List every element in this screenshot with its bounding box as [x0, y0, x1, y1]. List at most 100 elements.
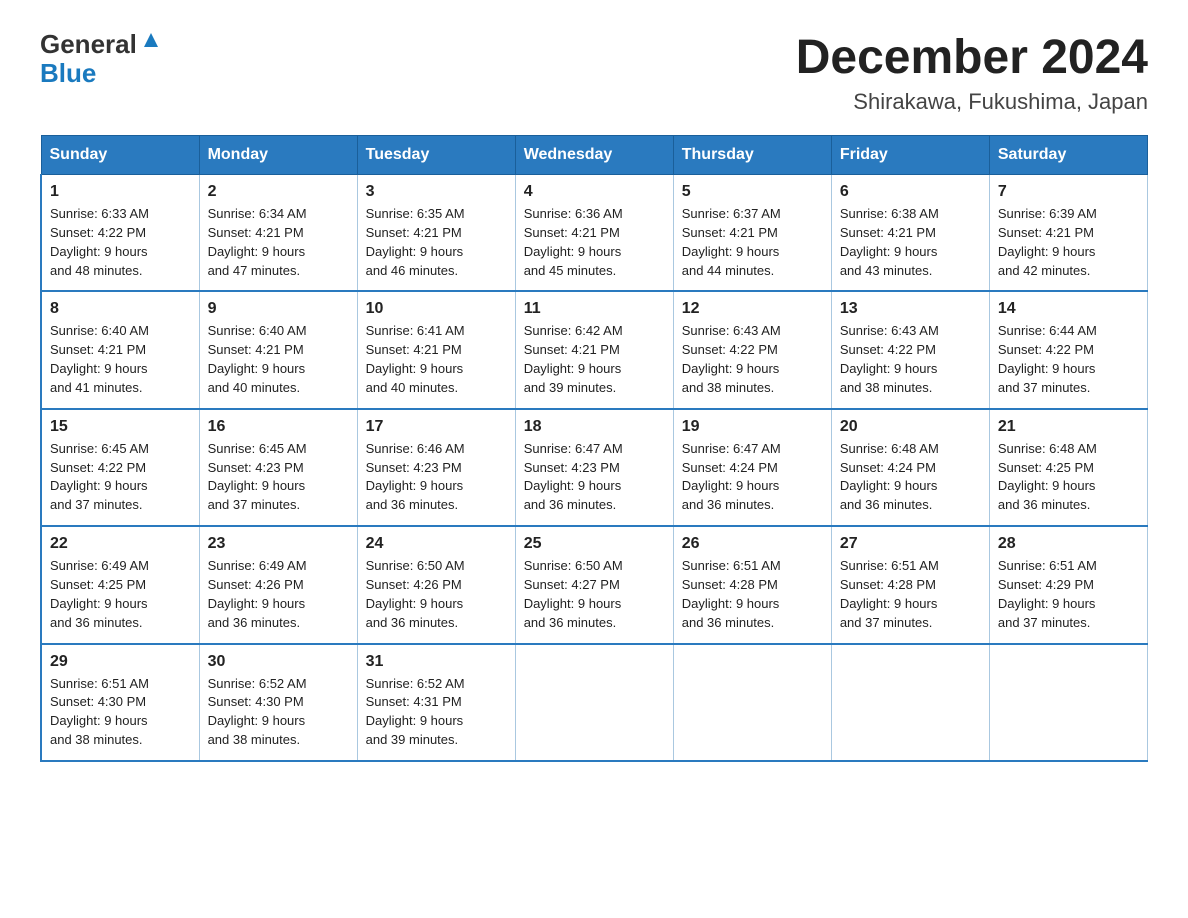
calendar-cell: 9 Sunrise: 6:40 AMSunset: 4:21 PMDaylight…: [199, 291, 357, 408]
day-number: 3: [366, 183, 507, 201]
calendar-cell: 3Sunrise: 6:35 AMSunset: 4:21 PMDaylight…: [357, 175, 515, 292]
location-subtitle: Shirakawa, Fukushima, Japan: [796, 89, 1148, 115]
calendar-cell: 25Sunrise: 6:50 AMSunset: 4:27 PMDayligh…: [515, 526, 673, 643]
calendar-cell: 20 Sunrise: 6:48 AMSunset: 4:24 PMDayligh…: [831, 409, 989, 526]
day-info: Sunrise: 6:48 AMSunset: 4:24 PMDaylight:…: [840, 440, 981, 515]
day-info: Sunrise: 6:36 AMSunset: 4:21 PMDaylight:…: [524, 205, 665, 280]
calendar-cell: 6 Sunrise: 6:38 AMSunset: 4:21 PMDaylight…: [831, 175, 989, 292]
calendar-cell: 29Sunrise: 6:51 AMSunset: 4:30 PMDayligh…: [41, 644, 199, 761]
calendar-cell: 11 Sunrise: 6:42 AMSunset: 4:21 PMDayligh…: [515, 291, 673, 408]
day-number: 22: [50, 535, 191, 553]
day-info: Sunrise: 6:40 AMSunset: 4:21 PMDaylight:…: [208, 322, 349, 397]
day-info: Sunrise: 6:50 AMSunset: 4:26 PMDaylight:…: [366, 557, 507, 632]
day-info: Sunrise: 6:40 AMSunset: 4:21 PMDaylight:…: [50, 322, 191, 397]
day-number: 1: [50, 183, 191, 201]
day-info: Sunrise: 6:45 AMSunset: 4:22 PMDaylight:…: [50, 440, 191, 515]
calendar-week-row: 8 Sunrise: 6:40 AMSunset: 4:21 PMDaylight…: [41, 291, 1148, 408]
logo-general-text: General: [40, 30, 137, 59]
day-number: 17: [366, 418, 507, 436]
calendar-cell: 10 Sunrise: 6:41 AMSunset: 4:21 PMDayligh…: [357, 291, 515, 408]
title-area: December 2024 Shirakawa, Fukushima, Japa…: [796, 30, 1148, 115]
day-info: Sunrise: 6:49 AMSunset: 4:26 PMDaylight:…: [208, 557, 349, 632]
header-sunday: Sunday: [41, 136, 199, 175]
day-info: Sunrise: 6:47 AMSunset: 4:24 PMDaylight:…: [682, 440, 823, 515]
day-number: 24: [366, 535, 507, 553]
day-info: Sunrise: 6:37 AMSunset: 4:21 PMDaylight:…: [682, 205, 823, 280]
calendar-cell: 21 Sunrise: 6:48 AMSunset: 4:25 PMDayligh…: [989, 409, 1147, 526]
header-thursday: Thursday: [673, 136, 831, 175]
calendar-cell: [989, 644, 1147, 761]
day-number: 15: [50, 418, 191, 436]
calendar-cell: 27Sunrise: 6:51 AMSunset: 4:28 PMDayligh…: [831, 526, 989, 643]
calendar-week-row: 29Sunrise: 6:51 AMSunset: 4:30 PMDayligh…: [41, 644, 1148, 761]
calendar-table: SundayMondayTuesdayWednesdayThursdayFrid…: [40, 135, 1148, 762]
day-info: Sunrise: 6:43 AMSunset: 4:22 PMDaylight:…: [840, 322, 981, 397]
day-number: 28: [998, 535, 1139, 553]
header-saturday: Saturday: [989, 136, 1147, 175]
logo-blue-text: Blue: [40, 58, 96, 88]
logo: General Blue: [40, 30, 162, 87]
day-info: Sunrise: 6:45 AMSunset: 4:23 PMDaylight:…: [208, 440, 349, 515]
month-year-title: December 2024: [796, 30, 1148, 85]
day-number: 31: [366, 653, 507, 671]
calendar-cell: 17 Sunrise: 6:46 AMSunset: 4:23 PMDayligh…: [357, 409, 515, 526]
day-number: 12: [682, 300, 823, 318]
day-info: Sunrise: 6:44 AMSunset: 4:22 PMDaylight:…: [998, 322, 1139, 397]
calendar-cell: 19 Sunrise: 6:47 AMSunset: 4:24 PMDayligh…: [673, 409, 831, 526]
calendar-cell: 12 Sunrise: 6:43 AMSunset: 4:22 PMDayligh…: [673, 291, 831, 408]
calendar-cell: [515, 644, 673, 761]
day-info: Sunrise: 6:42 AMSunset: 4:21 PMDaylight:…: [524, 322, 665, 397]
header-friday: Friday: [831, 136, 989, 175]
day-info: Sunrise: 6:41 AMSunset: 4:21 PMDaylight:…: [366, 322, 507, 397]
calendar-cell: 22 Sunrise: 6:49 AMSunset: 4:25 PMDayligh…: [41, 526, 199, 643]
day-number: 18: [524, 418, 665, 436]
calendar-cell: 23Sunrise: 6:49 AMSunset: 4:26 PMDayligh…: [199, 526, 357, 643]
day-number: 13: [840, 300, 981, 318]
calendar-cell: 18 Sunrise: 6:47 AMSunset: 4:23 PMDayligh…: [515, 409, 673, 526]
calendar-cell: 14 Sunrise: 6:44 AMSunset: 4:22 PMDayligh…: [989, 291, 1147, 408]
day-info: Sunrise: 6:52 AMSunset: 4:31 PMDaylight:…: [366, 675, 507, 750]
calendar-cell: 8 Sunrise: 6:40 AMSunset: 4:21 PMDaylight…: [41, 291, 199, 408]
day-number: 20: [840, 418, 981, 436]
header-monday: Monday: [199, 136, 357, 175]
day-number: 5: [682, 183, 823, 201]
calendar-cell: 16 Sunrise: 6:45 AMSunset: 4:23 PMDayligh…: [199, 409, 357, 526]
day-info: Sunrise: 6:34 AMSunset: 4:21 PMDaylight:…: [208, 205, 349, 280]
day-info: Sunrise: 6:52 AMSunset: 4:30 PMDaylight:…: [208, 675, 349, 750]
day-number: 11: [524, 300, 665, 318]
calendar-week-row: 22 Sunrise: 6:49 AMSunset: 4:25 PMDayligh…: [41, 526, 1148, 643]
calendar-cell: [831, 644, 989, 761]
day-number: 16: [208, 418, 349, 436]
day-info: Sunrise: 6:51 AMSunset: 4:28 PMDaylight:…: [682, 557, 823, 632]
day-info: Sunrise: 6:46 AMSunset: 4:23 PMDaylight:…: [366, 440, 507, 515]
day-info: Sunrise: 6:51 AMSunset: 4:30 PMDaylight:…: [50, 675, 191, 750]
day-info: Sunrise: 6:43 AMSunset: 4:22 PMDaylight:…: [682, 322, 823, 397]
day-number: 7: [998, 183, 1139, 201]
day-number: 19: [682, 418, 823, 436]
day-info: Sunrise: 6:49 AMSunset: 4:25 PMDaylight:…: [50, 557, 191, 632]
logo-arrow-icon: [140, 29, 162, 51]
calendar-cell: 15 Sunrise: 6:45 AMSunset: 4:22 PMDayligh…: [41, 409, 199, 526]
calendar-cell: 13 Sunrise: 6:43 AMSunset: 4:22 PMDayligh…: [831, 291, 989, 408]
day-info: Sunrise: 6:38 AMSunset: 4:21 PMDaylight:…: [840, 205, 981, 280]
day-info: Sunrise: 6:39 AMSunset: 4:21 PMDaylight:…: [998, 205, 1139, 280]
calendar-cell: 7 Sunrise: 6:39 AMSunset: 4:21 PMDaylight…: [989, 175, 1147, 292]
calendar-cell: 1Sunrise: 6:33 AMSunset: 4:22 PMDaylight…: [41, 175, 199, 292]
day-number: 8: [50, 300, 191, 318]
header-tuesday: Tuesday: [357, 136, 515, 175]
day-number: 25: [524, 535, 665, 553]
calendar-cell: 2Sunrise: 6:34 AMSunset: 4:21 PMDaylight…: [199, 175, 357, 292]
day-info: Sunrise: 6:47 AMSunset: 4:23 PMDaylight:…: [524, 440, 665, 515]
calendar-cell: 5 Sunrise: 6:37 AMSunset: 4:21 PMDaylight…: [673, 175, 831, 292]
page-header: General Blue December 2024 Shirakawa, Fu…: [40, 30, 1148, 115]
day-number: 10: [366, 300, 507, 318]
day-number: 9: [208, 300, 349, 318]
day-number: 6: [840, 183, 981, 201]
day-info: Sunrise: 6:51 AMSunset: 4:28 PMDaylight:…: [840, 557, 981, 632]
header-wednesday: Wednesday: [515, 136, 673, 175]
day-info: Sunrise: 6:48 AMSunset: 4:25 PMDaylight:…: [998, 440, 1139, 515]
calendar-cell: 31 Sunrise: 6:52 AMSunset: 4:31 PMDayligh…: [357, 644, 515, 761]
day-number: 21: [998, 418, 1139, 436]
day-info: Sunrise: 6:51 AMSunset: 4:29 PMDaylight:…: [998, 557, 1139, 632]
day-number: 14: [998, 300, 1139, 318]
